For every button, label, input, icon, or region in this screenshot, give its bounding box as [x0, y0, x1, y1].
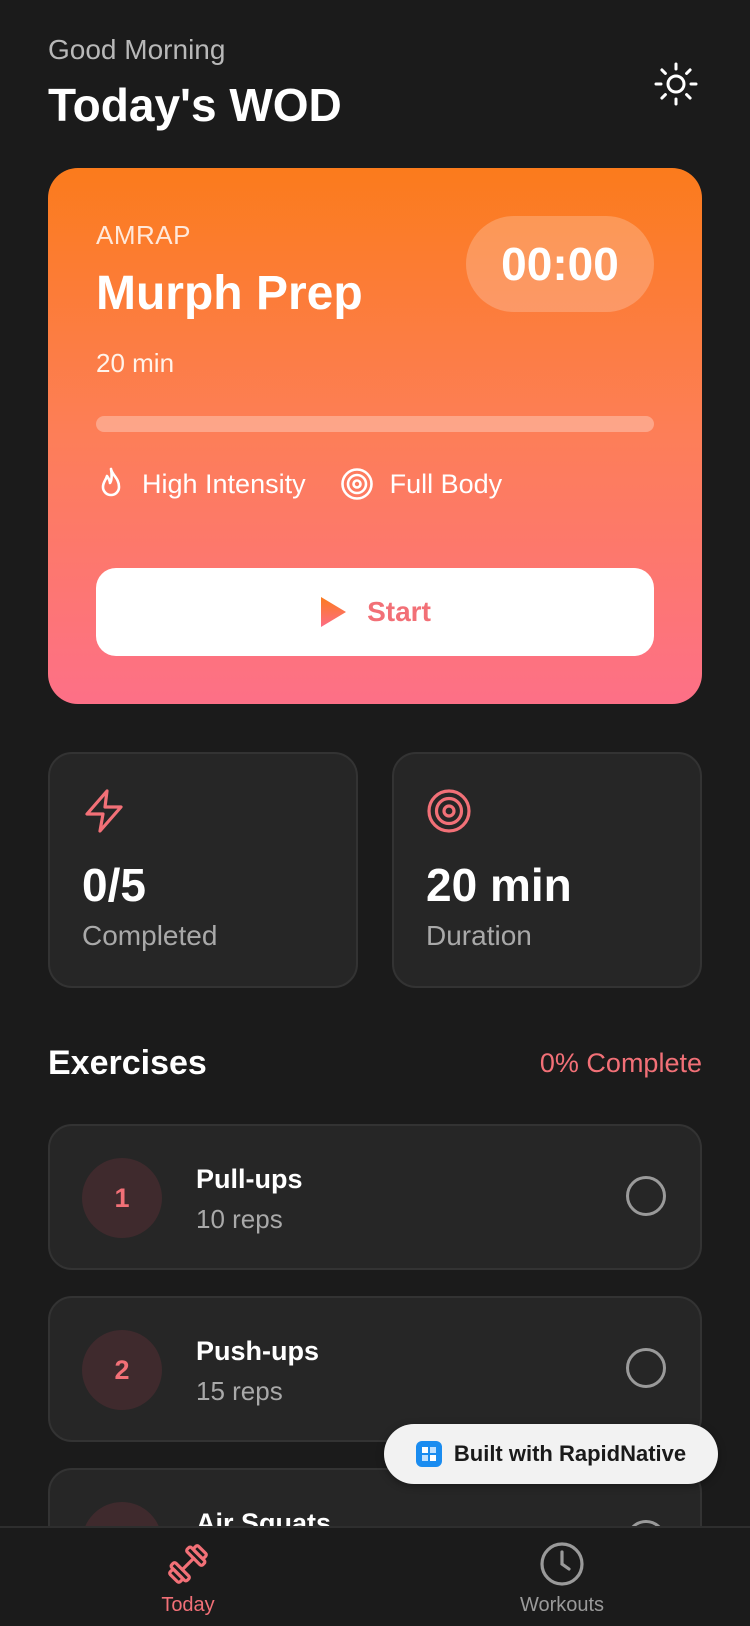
built-with-badge[interactable]: Built with RapidNative: [384, 1424, 718, 1484]
nav-label: Workouts: [519, 1594, 605, 1616]
rapidnative-logo-icon: [415, 1441, 442, 1467]
exercise-reps: 15 reps: [196, 1376, 283, 1406]
target-icon: [340, 468, 373, 500]
tag-label: Full Body: [389, 468, 503, 499]
target-icon: [427, 789, 471, 833]
play-icon: [321, 597, 347, 627]
start-button[interactable]: Start: [96, 568, 654, 656]
theme-toggle-button[interactable]: [650, 58, 702, 110]
exercise-number: 1: [82, 1158, 162, 1238]
page-title: Today's WOD: [48, 79, 342, 131]
nav-item-workouts[interactable]: Workouts: [462, 1540, 662, 1626]
completion-label: 0% Complete: [539, 1048, 702, 1078]
flame-icon: [101, 467, 121, 497]
tag-intensity: High Intensity: [96, 467, 306, 501]
section-title: Exercises: [48, 1044, 207, 1082]
workout-tags: High Intensity Full Body: [96, 464, 502, 504]
header: Good Morning Today's WOD: [48, 34, 702, 144]
bottom-nav: Today Workouts: [0, 1526, 750, 1624]
stat-label: Completed: [82, 920, 218, 951]
exercise-item[interactable]: 1 Pull-ups 10 reps: [48, 1124, 702, 1270]
lightning-icon: [85, 789, 123, 833]
stat-value: 20 min: [426, 859, 572, 911]
workout-duration: 20 min: [96, 348, 175, 378]
badge-label: Built with RapidNative: [453, 1441, 687, 1466]
dumbbell-icon: [168, 1544, 208, 1584]
stat-card-duration: 20 min Duration: [392, 752, 702, 988]
exercises-header: Exercises 0% Complete: [48, 1040, 702, 1090]
stat-card-completed: 0/5 Completed: [48, 752, 358, 988]
nav-label: Today: [161, 1594, 215, 1616]
stat-label: Duration: [426, 920, 532, 951]
tag-label: High Intensity: [142, 468, 306, 499]
exercise-checkbox[interactable]: [626, 1348, 666, 1388]
workout-name: Murph Prep: [96, 267, 363, 320]
exercise-name: Pull-ups: [196, 1164, 303, 1194]
sun-icon: [654, 62, 698, 106]
exercise-number: 2: [82, 1330, 162, 1410]
workout-card: AMRAP Murph Prep 20 min 00:00 High Inten…: [48, 168, 702, 704]
nav-item-today[interactable]: Today: [88, 1540, 288, 1626]
tag-focus: Full Body: [340, 467, 503, 501]
greeting: Good Morning: [48, 34, 226, 65]
timer-display: 00:00: [466, 216, 654, 312]
exercise-reps: 10 reps: [196, 1204, 283, 1234]
stat-value: 0/5: [82, 859, 146, 911]
start-label: Start: [367, 596, 431, 627]
exercise-name: Push-ups: [196, 1336, 320, 1366]
clock-icon: [540, 1542, 584, 1586]
workout-type: AMRAP: [96, 220, 191, 250]
exercise-checkbox[interactable]: [626, 1176, 666, 1216]
workout-progress-bar: [96, 416, 654, 432]
exercise-item[interactable]: 2 Push-ups 15 reps: [48, 1296, 702, 1442]
